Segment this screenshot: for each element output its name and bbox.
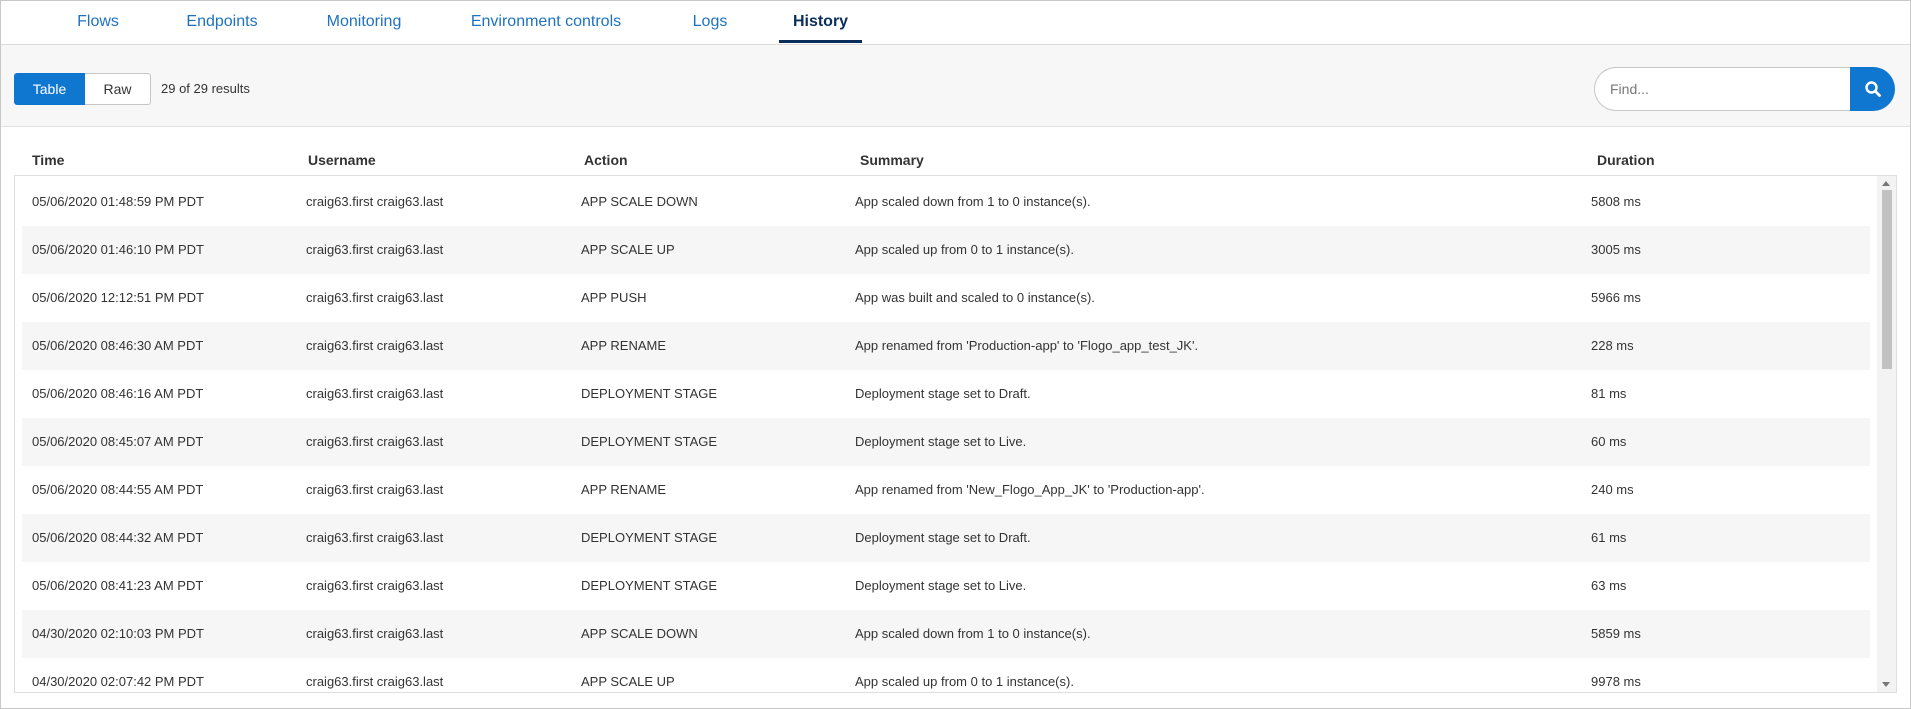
cell-summary: App was built and scaled to 0 instance(s… [855, 290, 1095, 305]
tab-flows[interactable]: Flows [71, 1, 125, 43]
cell-username: craig63.first craig63.last [306, 338, 444, 353]
table-row[interactable]: 05/06/2020 08:45:07 AM PDT craig63.first… [22, 418, 1870, 466]
view-table-button[interactable]: Table [14, 73, 85, 105]
table-row[interactable]: 05/06/2020 01:48:59 PM PDT craig63.first… [22, 178, 1870, 226]
scrollbar-thumb[interactable] [1882, 190, 1892, 369]
cell-username: craig63.first craig63.last [306, 386, 444, 401]
cell-duration: 63 ms [1591, 578, 1627, 593]
cell-time: 04/30/2020 02:10:03 PM PDT [32, 626, 205, 641]
cell-action: APP RENAME [581, 338, 667, 353]
cell-time: 05/06/2020 08:44:55 AM PDT [32, 482, 204, 497]
cell-username: craig63.first craig63.last [306, 530, 444, 545]
cell-username: craig63.first craig63.last [306, 482, 444, 497]
column-header-summary[interactable]: Summary [860, 151, 924, 169]
column-header-action[interactable]: Action [584, 151, 628, 169]
table-row[interactable]: 05/06/2020 01:46:10 PM PDT craig63.first… [22, 226, 1870, 274]
cell-summary: App scaled up from 0 to 1 instance(s). [855, 674, 1074, 689]
cell-summary: Deployment stage set to Live. [855, 434, 1027, 449]
cell-duration: 3005 ms [1591, 242, 1641, 257]
cell-summary: Deployment stage set to Draft. [855, 386, 1031, 401]
tab-monitoring[interactable]: Monitoring [319, 1, 409, 43]
cell-summary: App renamed from 'Production-app' to 'Fl… [855, 338, 1199, 353]
tab-environment-controls[interactable]: Environment controls [467, 1, 625, 43]
table-row[interactable]: 05/06/2020 08:46:30 AM PDT craig63.first… [22, 322, 1870, 370]
table-row[interactable]: 05/06/2020 12:12:51 PM PDT craig63.first… [22, 274, 1870, 322]
table-row[interactable]: 05/06/2020 08:41:23 AM PDT craig63.first… [22, 562, 1870, 610]
cell-duration: 60 ms [1591, 434, 1627, 449]
cell-username: craig63.first craig63.last [306, 194, 444, 209]
cell-duration: 5808 ms [1591, 194, 1641, 209]
cell-summary: Deployment stage set to Draft. [855, 530, 1031, 545]
history-table-body[interactable]: 05/06/2020 01:48:59 PM PDT craig63.first… [14, 175, 1897, 693]
toolbar: Table Raw 29 of 29 results [1, 45, 1910, 127]
tab-logs[interactable]: Logs [683, 1, 737, 43]
cell-time: 05/06/2020 01:48:59 PM PDT [32, 194, 205, 209]
column-header-duration[interactable]: Duration [1597, 151, 1655, 169]
view-raw-button[interactable]: Raw [85, 73, 151, 105]
cell-summary: App scaled up from 0 to 1 instance(s). [855, 242, 1074, 257]
cell-username: craig63.first craig63.last [306, 434, 444, 449]
cell-time: 05/06/2020 01:46:10 PM PDT [32, 242, 205, 257]
cell-duration: 5859 ms [1591, 626, 1641, 641]
cell-action: DEPLOYMENT STAGE [581, 578, 718, 593]
table-row[interactable]: 05/06/2020 08:46:16 AM PDT craig63.first… [22, 370, 1870, 418]
cell-duration: 61 ms [1591, 530, 1627, 545]
results-count: 29 of 29 results [161, 81, 250, 96]
cell-time: 05/06/2020 08:44:32 AM PDT [32, 530, 204, 545]
cell-duration: 228 ms [1591, 338, 1634, 353]
column-header-username[interactable]: Username [308, 151, 376, 169]
cell-time: 05/06/2020 08:45:07 AM PDT [32, 434, 204, 449]
cell-username: craig63.first craig63.last [306, 290, 444, 305]
cell-action: APP SCALE UP [581, 242, 675, 257]
tab-bar: Flows Endpoints Monitoring Environment c… [1, 1, 1910, 45]
table-row[interactable]: 05/06/2020 08:44:55 AM PDT craig63.first… [22, 466, 1870, 514]
cell-username: craig63.first craig63.last [306, 242, 444, 257]
scroll-up-arrow-icon[interactable] [1882, 181, 1890, 186]
cell-action: APP SCALE UP [581, 674, 675, 689]
cell-action: APP RENAME [581, 482, 667, 497]
scroll-down-arrow-icon[interactable] [1882, 682, 1890, 687]
cell-time: 04/30/2020 02:07:42 PM PDT [32, 674, 205, 689]
cell-time: 05/06/2020 12:12:51 PM PDT [32, 290, 205, 305]
cell-summary: Deployment stage set to Live. [855, 578, 1027, 593]
cell-duration: 9978 ms [1591, 674, 1641, 689]
column-header-time[interactable]: Time [32, 151, 64, 169]
table-row[interactable]: 05/06/2020 08:44:32 AM PDT craig63.first… [22, 514, 1870, 562]
vertical-scrollbar[interactable] [1877, 176, 1896, 692]
cell-action: DEPLOYMENT STAGE [581, 386, 718, 401]
cell-duration: 5966 ms [1591, 290, 1641, 305]
table-row[interactable]: 04/30/2020 02:10:03 PM PDT craig63.first… [22, 610, 1870, 658]
cell-summary: App scaled down from 1 to 0 instance(s). [855, 626, 1091, 641]
search-button[interactable] [1850, 67, 1895, 111]
cell-action: APP PUSH [581, 290, 647, 305]
cell-duration: 240 ms [1591, 482, 1634, 497]
cell-username: craig63.first craig63.last [306, 626, 444, 641]
cell-duration: 81 ms [1591, 386, 1627, 401]
tab-history[interactable]: History [779, 1, 862, 43]
tab-endpoints[interactable]: Endpoints [181, 1, 263, 43]
cell-action: APP SCALE DOWN [581, 194, 698, 209]
search-icon [1865, 81, 1881, 97]
cell-time: 05/06/2020 08:46:30 AM PDT [32, 338, 204, 353]
cell-action: DEPLOYMENT STAGE [581, 434, 718, 449]
history-panel: Flows Endpoints Monitoring Environment c… [0, 0, 1911, 709]
cell-summary: App scaled down from 1 to 0 instance(s). [855, 194, 1091, 209]
cell-username: craig63.first craig63.last [306, 578, 444, 593]
cell-time: 05/06/2020 08:46:16 AM PDT [32, 386, 204, 401]
table-row[interactable]: 04/30/2020 02:07:42 PM PDT craig63.first… [22, 658, 1870, 692]
cell-action: DEPLOYMENT STAGE [581, 530, 718, 545]
cell-action: APP SCALE DOWN [581, 626, 698, 641]
cell-summary: App renamed from 'New_Flogo_App_JK' to '… [855, 482, 1205, 497]
cell-username: craig63.first craig63.last [306, 674, 444, 689]
cell-time: 05/06/2020 08:41:23 AM PDT [32, 578, 204, 593]
search-input[interactable] [1594, 67, 1850, 111]
